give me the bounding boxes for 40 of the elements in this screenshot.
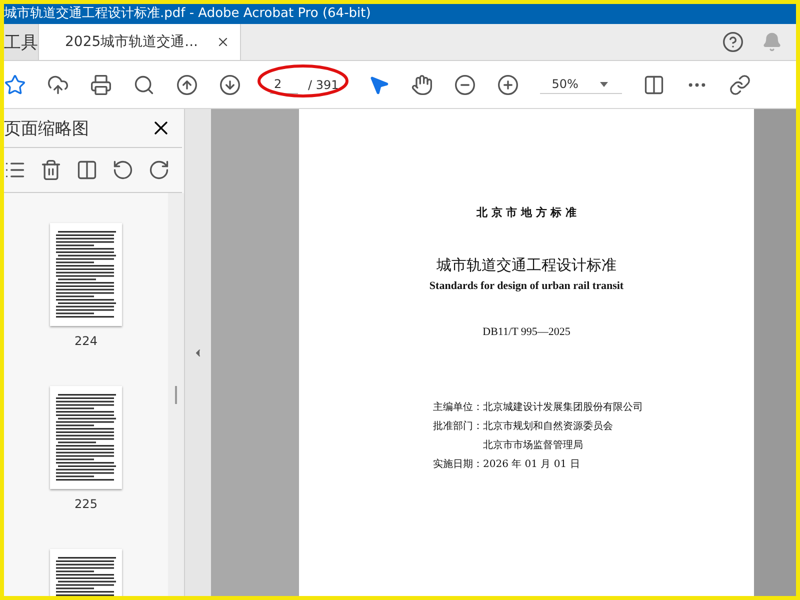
star-icon[interactable]: [4, 74, 26, 96]
cloud-upload-icon[interactable]: [47, 74, 69, 96]
tab[interactable]: 2025城市轨道交通...: [39, 24, 241, 60]
page-total: / 391: [308, 78, 339, 92]
page-thumbnail[interactable]: [50, 386, 122, 489]
zoom-dropdown[interactable]: 50%: [540, 75, 622, 94]
page-thumbnail[interactable]: [50, 549, 122, 596]
hand-icon[interactable]: [410, 74, 433, 96]
document-code: DB11/T 995—2025: [482, 326, 570, 338]
rotate-right-icon[interactable]: [148, 159, 170, 181]
link-icon[interactable]: [728, 74, 751, 96]
pointer-icon[interactable]: [368, 74, 390, 96]
zoom-out-icon[interactable]: [454, 74, 476, 96]
printer-icon[interactable]: [90, 74, 112, 96]
scrollbar-grip[interactable]: [175, 386, 177, 404]
detail-value: 2026 年 01 月 01 日: [483, 458, 581, 471]
detail-value: 北京市市场监督管理局: [483, 438, 584, 452]
zoom-in-icon[interactable]: [496, 74, 519, 96]
page-number-field[interactable]: 2: [270, 75, 298, 94]
panel-title: 页面缩略图: [4, 118, 89, 140]
search-icon[interactable]: [133, 74, 155, 96]
page-thumbnail[interactable]: [50, 223, 122, 326]
detail-value: 北京城建设计发展集团股份有限公司: [483, 400, 643, 414]
window-title: 城市轨道交通工程设计标准.pdf - Adobe Acrobat Pro (64-bit): [4, 4, 796, 24]
document-header: 北 京 市 地 方 标 准: [476, 205, 576, 220]
detail-value: 北京市规划和自然资源委员会: [483, 420, 614, 433]
detail-label: 实施日期：: [433, 458, 483, 471]
help-icon[interactable]: [722, 31, 744, 53]
detail-label: 批准部门：: [433, 420, 483, 433]
page-number: 224: [74, 334, 98, 348]
page-number: 225: [74, 497, 98, 511]
detail-label: 主编单位：: [433, 400, 483, 414]
caret-icon[interactable]: [600, 82, 608, 86]
document-subtitle: Standards for design of urban rail transit: [429, 280, 624, 292]
document-title: 城市轨道交通工程设计标准: [436, 256, 616, 275]
trash-icon[interactable]: [40, 159, 62, 181]
page-fit-icon[interactable]: [642, 74, 665, 96]
rotate-left-icon[interactable]: [112, 159, 134, 181]
tab[interactable]: 工具: [4, 24, 39, 60]
split-icon[interactable]: [76, 159, 98, 181]
